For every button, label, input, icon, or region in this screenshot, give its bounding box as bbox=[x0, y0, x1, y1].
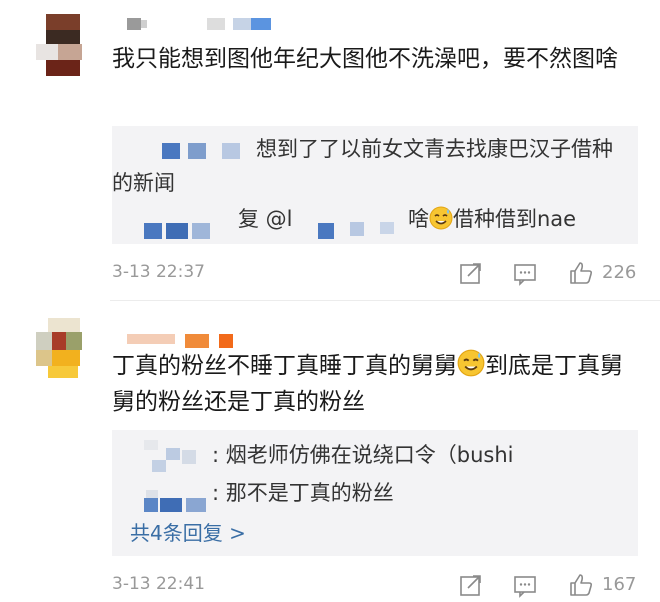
share-icon[interactable] bbox=[458, 572, 484, 598]
reply-username-redacted-part bbox=[166, 223, 188, 239]
comment-meta: 3-13 22:41 167 bbox=[112, 572, 642, 602]
comment-icon[interactable] bbox=[512, 260, 538, 286]
reply-box[interactable]: 想到了了以前女文青去找康巴汉子借种的新闻 复 @l 啥借种借到nae bbox=[112, 126, 638, 244]
comment-text-content: 丁真的粉丝不睡丁真睡丁真的舅舅 bbox=[112, 353, 457, 379]
avatar[interactable] bbox=[32, 318, 84, 382]
reply-username-redacted[interactable] bbox=[144, 440, 158, 450]
mention-redacted bbox=[380, 222, 394, 234]
reply-text-content: 啥 bbox=[408, 207, 429, 231]
like-count: 226 bbox=[602, 262, 637, 283]
timestamp: 3-13 22:41 bbox=[112, 574, 205, 594]
reply-username-redacted-part bbox=[192, 223, 210, 239]
reply-mention[interactable]: 复 @l bbox=[238, 207, 293, 231]
like-count: 167 bbox=[602, 574, 637, 595]
reply-username-redacted[interactable] bbox=[144, 223, 162, 239]
reply-text: 啥借种借到nae bbox=[408, 202, 576, 236]
mention-redacted bbox=[350, 222, 364, 236]
reply-username-redacted-part bbox=[160, 498, 182, 512]
mention-redacted bbox=[318, 223, 334, 239]
thumbs-up-icon[interactable] bbox=[568, 572, 594, 598]
comment-text: 丁真的粉丝不睡丁真睡丁真的舅舅 到底是丁真舅舅的粉丝还是丁真的粉丝 bbox=[112, 348, 632, 420]
comment-icon[interactable] bbox=[512, 572, 538, 598]
reply-username-redacted-part bbox=[144, 498, 158, 512]
comment-item: 丁真的粉丝不睡丁真睡丁真的舅舅 到底是丁真舅舅的粉丝还是丁真的粉丝 : 烟老师仿佛… bbox=[0, 300, 660, 602]
comment-item: 我只能想到图他年纪大图他不洗澡吧，要不然图啥 想到了了以前女文青去找康巴汉子借种… bbox=[0, 0, 660, 300]
reply-box[interactable]: : 烟老师仿佛在说绕口令（bushi : 那不是丁真的粉丝 共4条回复 > bbox=[112, 430, 638, 556]
reply-username-redacted-part bbox=[152, 460, 166, 472]
reply-text-content: 想到了了以前女文青去找康巴汉子借种的新闻 bbox=[112, 137, 613, 195]
comment-meta: 3-13 22:37 226 bbox=[112, 260, 642, 290]
reply-username-redacted-part bbox=[182, 450, 196, 464]
sweat-smile-emoji-icon bbox=[457, 349, 485, 377]
more-replies-link[interactable]: 共4条回复 > bbox=[130, 516, 246, 550]
reply-text: 复 @l bbox=[238, 202, 293, 236]
timestamp: 3-13 22:37 bbox=[112, 262, 205, 282]
reply-text: : 那不是丁真的粉丝 bbox=[212, 476, 394, 510]
avatar[interactable] bbox=[32, 14, 84, 78]
sweat-smile-emoji-icon bbox=[429, 206, 453, 230]
share-icon[interactable] bbox=[458, 260, 484, 286]
reply-text-content: : 烟老师仿佛在说绕口令（bushi bbox=[212, 443, 514, 467]
reply-text-content: : 那不是丁真的粉丝 bbox=[212, 481, 394, 505]
reply-username-redacted-part bbox=[186, 498, 206, 512]
reply-text: : 烟老师仿佛在说绕口令（bushi bbox=[212, 438, 513, 472]
reply-text: 想到了了以前女文青去找康巴汉子借种的新闻 bbox=[112, 132, 638, 200]
reply-username-redacted-part bbox=[166, 448, 180, 460]
thumbs-up-icon[interactable] bbox=[568, 260, 594, 286]
comment-text: 我只能想到图他年纪大图他不洗澡吧，要不然图啥 bbox=[112, 46, 618, 72]
reply-text-content: 借种借到nae bbox=[453, 207, 577, 231]
